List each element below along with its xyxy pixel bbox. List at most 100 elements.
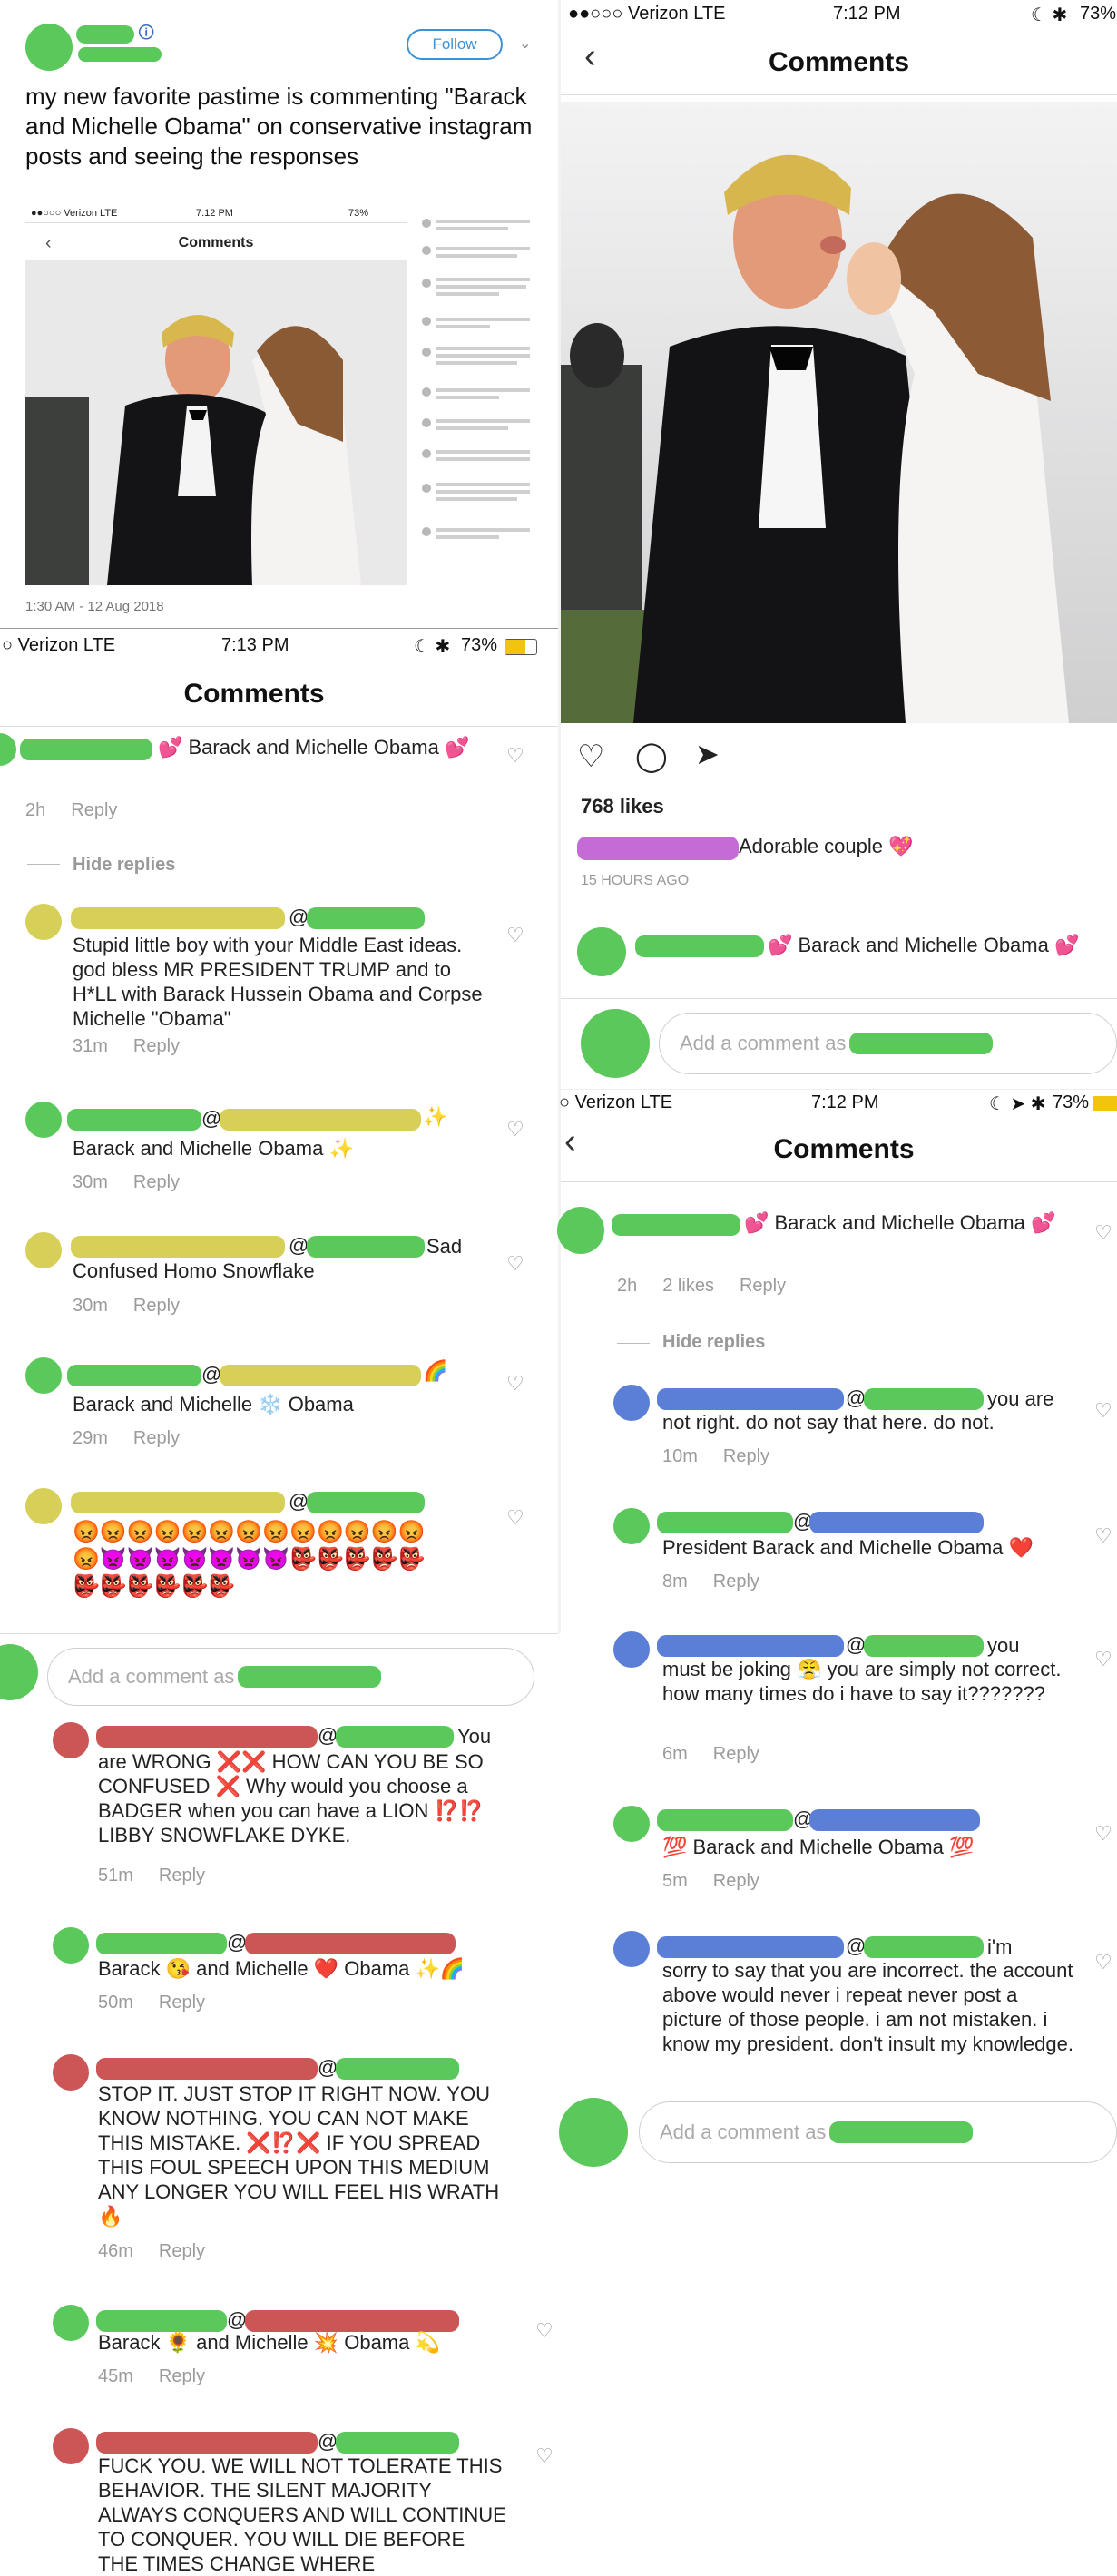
commenter-avatar[interactable] [25, 1102, 62, 1138]
reply-link[interactable]: Reply [159, 2366, 205, 2386]
mention-at: @ [289, 906, 309, 928]
comment-meta: 30m Reply [73, 1296, 205, 1317]
comment-bubble-icon[interactable]: ◯ [635, 739, 668, 773]
follow-button[interactable]: Follow [407, 29, 503, 60]
reply-link[interactable]: Reply [133, 1296, 180, 1316]
like-heart-icon[interactable]: ♡ [577, 739, 604, 775]
reply-link[interactable]: Reply [713, 1744, 759, 1764]
redacted-mention [336, 2432, 459, 2454]
mention-at: @ [201, 1107, 222, 1130]
like-heart-icon[interactable]: ♡ [1094, 1524, 1112, 1548]
like-heart-icon[interactable]: ♡ [1094, 1648, 1112, 1671]
like-heart-icon[interactable]: ♡ [535, 2444, 554, 2468]
reply-link[interactable]: Reply [133, 1428, 180, 1448]
comment-meta: 10m Reply [662, 1446, 795, 1467]
commenter-avatar[interactable] [53, 2428, 89, 2464]
like-heart-icon[interactable]: ♡ [506, 1506, 524, 1530]
my-avatar [559, 2098, 628, 2167]
comment-text: 💕 Barack and Michelle Obama 💕 [158, 736, 470, 759]
redacted-mention [245, 2310, 459, 2332]
hide-replies-link[interactable]: Hide replies [73, 855, 175, 876]
likes-count[interactable]: 768 likes [581, 795, 664, 818]
like-heart-icon[interactable]: ♡ [506, 1118, 524, 1141]
like-heart-icon[interactable]: ♡ [506, 744, 524, 768]
comment-time: 6m [662, 1744, 688, 1764]
add-comment-placeholder: Add a comment as [68, 1665, 235, 1688]
commenter-avatar[interactable] [613, 1631, 650, 1668]
like-heart-icon[interactable]: ♡ [1094, 1399, 1112, 1423]
add-comment-input[interactable]: Add a comment as [47, 1648, 534, 1706]
redacted-username [96, 1933, 227, 1954]
commenter-avatar[interactable] [0, 733, 16, 766]
status-time: 7:12 PM [811, 1092, 879, 1112]
caption-text: Adorable couple 💖 [739, 835, 914, 857]
reply-link[interactable]: Reply [159, 2241, 205, 2261]
comment-meta: 8m Reply [662, 1572, 785, 1592]
comments-header: Comments [768, 47, 910, 77]
comment-text: Barack and Michelle Obama ✨ [73, 1137, 354, 1160]
like-heart-icon[interactable]: ♡ [506, 1252, 524, 1276]
reply-link[interactable]: Reply [713, 1572, 759, 1592]
redacted-name [76, 25, 134, 44]
comment-time: 50m [98, 1993, 133, 2013]
add-comment-input[interactable]: Add a comment as [639, 2101, 1117, 2163]
commenter-avatar[interactable] [613, 1508, 650, 1544]
comment-time: 30m [73, 1172, 108, 1192]
comment-time: 30m [73, 1296, 108, 1316]
add-comment-input[interactable]: Add a comment as [659, 1013, 1117, 1074]
comment-meta: 31m Reply [73, 1036, 205, 1057]
like-heart-icon[interactable]: ♡ [1094, 1951, 1112, 1974]
commenter-avatar[interactable] [613, 1931, 650, 1967]
post-photo[interactable] [561, 102, 1117, 723]
status-battery: 73% [1080, 4, 1117, 24]
status-carrier: ●●○○○ Verizon LTE [568, 4, 726, 24]
reply-link[interactable]: Reply [133, 1172, 180, 1192]
like-heart-icon[interactable]: ♡ [1094, 1221, 1112, 1245]
commenter-avatar[interactable] [25, 1488, 62, 1524]
mention-at: @ [289, 1490, 309, 1513]
status-icons: ☾ ✱ [1031, 5, 1068, 25]
redacted-username [849, 1033, 994, 1054]
reply-link[interactable]: Reply [159, 1993, 205, 2013]
reply-link[interactable]: Reply [71, 800, 117, 820]
comment-meta: 46m Reply [98, 2241, 230, 2262]
rainbow-emoji: 🌈 [423, 1359, 448, 1382]
comment-text: 💕 Barack and Michelle Obama 💕 [744, 1211, 1056, 1234]
reply-link[interactable]: Reply [740, 1276, 786, 1296]
redacted-username [67, 1109, 201, 1131]
comment-meta: 5m Reply [662, 1871, 785, 1892]
likes-count[interactable]: 2 likes [662, 1276, 714, 1296]
commenter-avatar[interactable] [25, 904, 62, 940]
chevron-down-icon[interactable]: ⌄ [519, 34, 531, 53]
commenter-avatar[interactable] [577, 927, 626, 976]
like-heart-icon[interactable]: ♡ [1094, 1822, 1112, 1846]
comment-time: 8m [662, 1572, 688, 1592]
commenter-avatar[interactable] [557, 1207, 604, 1254]
commenter-avatar[interactable] [613, 1806, 650, 1842]
hide-replies-link[interactable]: Hide replies [662, 1332, 765, 1353]
my-avatar [0, 1644, 38, 1700]
like-heart-icon[interactable]: ♡ [506, 1372, 524, 1396]
redacted-mention [245, 1933, 456, 1954]
commenter-avatar[interactable] [53, 1722, 89, 1758]
like-heart-icon[interactable]: ♡ [506, 924, 524, 947]
share-send-icon[interactable]: ➤ [695, 737, 720, 771]
reply-link[interactable]: Reply [159, 1866, 205, 1885]
commenter-avatar[interactable] [613, 1385, 650, 1421]
commenter-avatar[interactable] [25, 1232, 62, 1268]
tweet-avatar[interactable] [25, 24, 73, 71]
reply-link[interactable]: Reply [133, 1036, 180, 1056]
comment-text: STOP IT. JUST STOP IT RIGHT NOW. YOU KNO… [98, 2082, 500, 2228]
sparkles-emoji: ✨ [423, 1105, 448, 1128]
reply-link[interactable]: Reply [713, 1871, 759, 1891]
commenter-avatar[interactable] [25, 1357, 62, 1394]
commenter-avatar[interactable] [53, 1927, 89, 1964]
comment-time: 46m [98, 2241, 133, 2261]
reply-link[interactable]: Reply [723, 1446, 769, 1466]
comment-meta: 6m Reply [662, 1744, 785, 1765]
comment-text: not right. do not say that here. do not. [662, 1411, 995, 1434]
status-battery: 73% [1053, 1092, 1090, 1112]
commenter-avatar[interactable] [53, 2054, 89, 2091]
commenter-avatar[interactable] [53, 2305, 89, 2341]
like-heart-icon[interactable]: ♡ [535, 2319, 554, 2343]
